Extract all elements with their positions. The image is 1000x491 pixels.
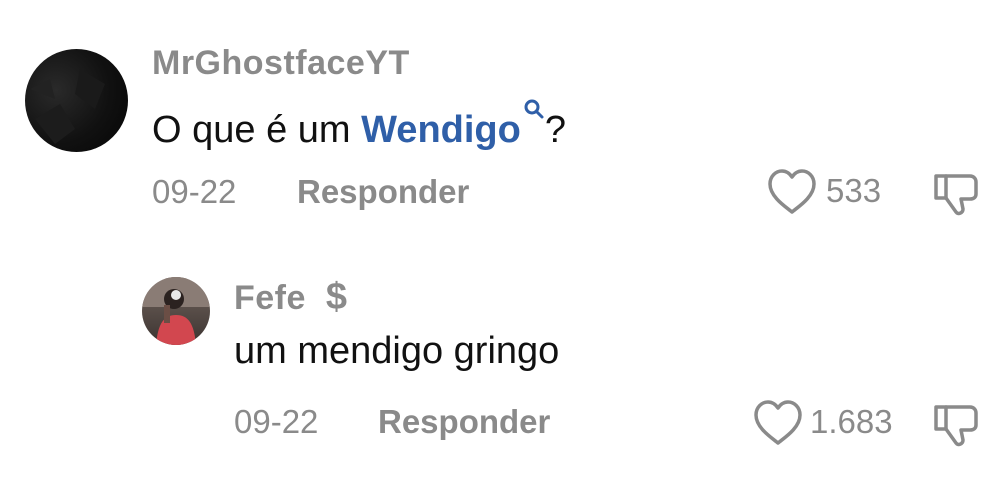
reply-text: um mendigo gringo <box>234 330 560 372</box>
search-icon[interactable] <box>523 98 545 120</box>
avatar-image <box>142 277 210 345</box>
comment-text-part: O que é um <box>152 109 362 151</box>
reply-button[interactable]: Responder <box>297 173 469 211</box>
comment-date: 09-22 <box>152 173 237 210</box>
dollar-icon: $ <box>325 276 348 318</box>
search-keyword[interactable]: Wendigo <box>361 109 521 151</box>
thumbs-down-icon[interactable] <box>932 399 982 449</box>
comment-text: O que é um Wendigo? <box>152 98 566 152</box>
reply-button[interactable]: Responder <box>378 403 550 441</box>
reply-date: 09-22 <box>234 403 319 440</box>
heart-outline-icon[interactable] <box>766 168 818 216</box>
like-count: 1.683 <box>810 403 893 440</box>
avatar[interactable] <box>142 277 210 345</box>
reply-username[interactable]: Fefe $ <box>234 276 348 319</box>
comment-username[interactable]: MrGhostfaceYT <box>152 44 410 83</box>
avatar-image <box>30 69 105 144</box>
avatar[interactable] <box>25 49 128 152</box>
like-count: 533 <box>826 172 882 209</box>
heart-outline-icon[interactable] <box>752 399 804 447</box>
search-keyword-link[interactable]: Wendigo <box>361 99 545 151</box>
thumbs-down-icon[interactable] <box>932 168 982 218</box>
comment-text-part: ? <box>544 109 566 151</box>
reply-username-text[interactable]: Fefe <box>234 279 306 317</box>
